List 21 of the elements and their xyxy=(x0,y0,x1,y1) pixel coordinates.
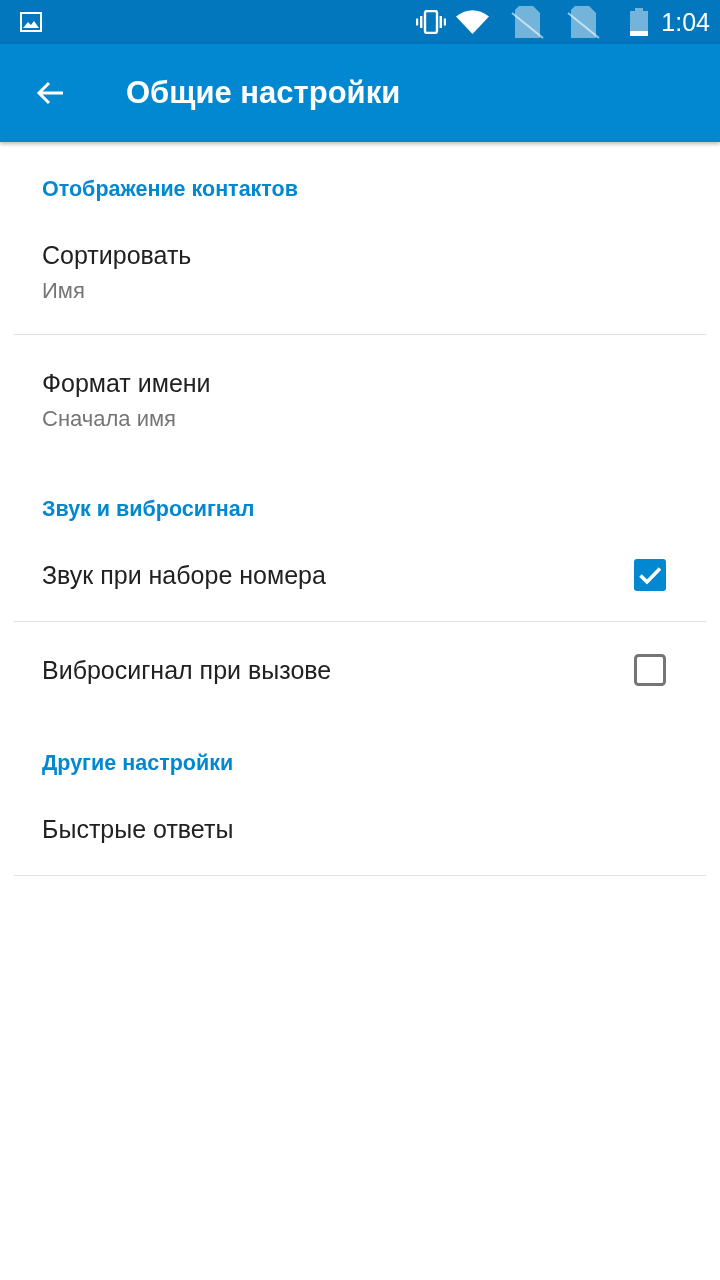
crossed-sim-card-icon xyxy=(511,5,545,39)
image-icon xyxy=(20,12,42,32)
setting-title[interactable]: Вибросигнал при вызове xyxy=(42,652,332,688)
crossed-sim-card-icon xyxy=(567,5,601,39)
wifi-icon xyxy=(456,10,490,34)
checkbox[interactable] xyxy=(634,654,666,686)
status-time: 1:04 xyxy=(661,7,710,37)
back-arrow-icon[interactable] xyxy=(36,81,64,105)
section-header: Отображение контактов xyxy=(42,176,298,203)
screen-title: Общие настройки xyxy=(126,74,401,112)
vibrate-icon xyxy=(416,10,447,34)
setting-value: Имя xyxy=(42,277,85,305)
setting-title[interactable]: Сортировать xyxy=(42,237,192,273)
checked-checkbox[interactable] xyxy=(634,559,666,591)
setting-title[interactable]: Формат имени xyxy=(42,365,211,401)
section-header: Звук и вибросигнал xyxy=(42,496,255,523)
battery-icon xyxy=(630,8,649,36)
setting-title[interactable]: Звук при наборе номера xyxy=(42,557,326,593)
setting-value: Сначала имя xyxy=(42,405,176,433)
setting-title[interactable]: Быстрые ответы xyxy=(42,811,234,847)
section-header: Другие настройки xyxy=(42,750,234,777)
